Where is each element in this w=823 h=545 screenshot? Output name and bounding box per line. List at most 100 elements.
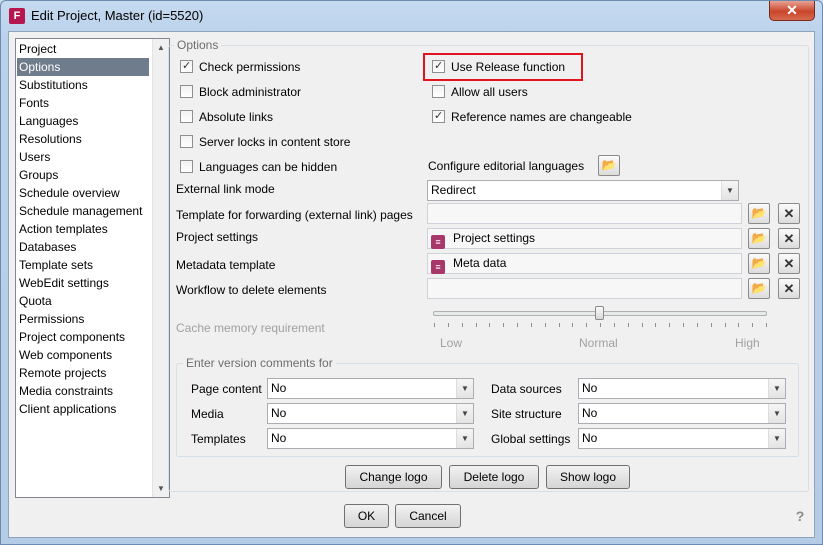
chevron-down-icon[interactable]: ▼ (456, 404, 473, 423)
chevron-down-icon[interactable]: ▼ (768, 404, 785, 423)
slider-tick (517, 323, 518, 327)
nav-item-substitutions[interactable]: Substitutions (17, 76, 149, 94)
help-icon[interactable]: ? (792, 508, 808, 526)
chevron-down-icon[interactable]: ▼ (456, 429, 473, 448)
nav-item-remote-projects[interactable]: Remote projects (17, 364, 149, 382)
nav-item-resolutions[interactable]: Resolutions (17, 130, 149, 148)
workflow-delete-field[interactable] (427, 278, 742, 299)
nav-item-schedule-overview[interactable]: Schedule overview (17, 184, 149, 202)
nav-item-action-templates[interactable]: Action templates (17, 220, 149, 238)
checkbox-box[interactable] (432, 85, 445, 98)
page-template-icon: ≡ (431, 260, 445, 274)
site-structure-label: Site structure (491, 407, 562, 421)
checkbox-box[interactable]: ✓ (180, 60, 193, 73)
dialog-body: Project Options Substitutions Fonts Language… (8, 31, 815, 538)
nav-item-languages[interactable]: Languages (17, 112, 149, 130)
workflow-delete-browse-button[interactable]: 📂 (748, 278, 770, 299)
project-settings-clear-button[interactable]: ✕ (778, 228, 800, 249)
scroll-up-icon[interactable]: ▲ (153, 39, 169, 56)
chevron-down-icon[interactable]: ▼ (768, 429, 785, 448)
delete-logo-button[interactable]: Delete logo (449, 465, 539, 489)
configure-languages-button[interactable]: 📂 (598, 155, 620, 176)
nav-item-client-applications[interactable]: Client applications (17, 400, 149, 418)
nav-scrollbar[interactable]: ▲ ▼ (152, 39, 169, 497)
chevron-down-icon[interactable]: ▼ (456, 379, 473, 398)
settings-category-list[interactable]: Project Options Substitutions Fonts Language… (15, 38, 170, 498)
metadata-template-clear-button[interactable]: ✕ (778, 253, 800, 274)
slider-tick (766, 323, 767, 327)
folder-open-icon: 📂 (751, 206, 767, 220)
chevron-down-icon[interactable]: ▼ (768, 379, 785, 398)
nav-item-options[interactable]: Options (17, 58, 149, 76)
page-content-select[interactable]: No ▼ (267, 378, 474, 399)
nav-item-quota[interactable]: Quota (17, 292, 149, 310)
block-administrator-checkbox[interactable]: Block administrator (180, 84, 301, 100)
absolute-links-checkbox[interactable]: Absolute links (180, 109, 273, 125)
allow-all-users-checkbox[interactable]: Allow all users (432, 84, 528, 100)
metadata-template-field[interactable]: ≡ Meta data (427, 253, 742, 274)
checkbox-box[interactable]: ✓ (432, 60, 445, 73)
template-forwarding-browse-button[interactable]: 📂 (748, 203, 770, 224)
options-legend: Options (174, 38, 222, 52)
title-bar[interactable]: F Edit Project, Master (id=5520) ✕ (1, 1, 822, 31)
project-settings-field[interactable]: ≡ Project settings (427, 228, 742, 249)
nav-item-groups[interactable]: Groups (17, 166, 149, 184)
nav-item-webedit-settings[interactable]: WebEdit settings (17, 274, 149, 292)
chevron-down-icon[interactable]: ▼ (721, 181, 738, 200)
nav-item-permissions[interactable]: Permissions (17, 310, 149, 328)
global-settings-select[interactable]: No ▼ (578, 428, 786, 449)
use-release-function-checkbox[interactable]: ✓ Use Release function (432, 59, 565, 75)
nav-item-project-components[interactable]: Project components (17, 328, 149, 346)
languages-hidden-label: Languages can be hidden (199, 160, 338, 174)
metadata-template-label: Metadata template (176, 258, 276, 272)
checkmark-icon: ✓ (182, 60, 192, 72)
change-logo-button[interactable]: Change logo (345, 465, 442, 489)
external-link-mode-select[interactable]: Redirect ▼ (427, 180, 739, 201)
cache-memory-label: Cache memory requirement (176, 321, 325, 335)
slider-high-label: High (735, 336, 760, 350)
remove-icon: ✕ (783, 256, 795, 271)
ok-button[interactable]: OK (344, 504, 389, 528)
checkbox-box[interactable]: ✓ (432, 110, 445, 123)
nav-item-web-components[interactable]: Web components (17, 346, 149, 364)
nav-item-media-constraints[interactable]: Media constraints (17, 382, 149, 400)
remove-icon: ✕ (783, 206, 795, 221)
nav-item-databases[interactable]: Databases (17, 238, 149, 256)
media-select[interactable]: No ▼ (267, 403, 474, 424)
slider-tick (475, 323, 477, 327)
nav-item-project[interactable]: Project (17, 40, 149, 58)
site-structure-select[interactable]: No ▼ (578, 403, 786, 424)
template-forwarding-field[interactable] (427, 203, 742, 224)
nav-item-fonts[interactable]: Fonts (17, 94, 149, 112)
template-forwarding-clear-button[interactable]: ✕ (778, 203, 800, 224)
slider-thumb[interactable] (595, 306, 604, 320)
metadata-template-browse-button[interactable]: 📂 (748, 253, 770, 274)
show-logo-button[interactable]: Show logo (546, 465, 630, 489)
nav-item-users[interactable]: Users (17, 148, 149, 166)
check-permissions-label: Check permissions (199, 60, 301, 74)
checkbox-box[interactable] (180, 160, 193, 173)
templates-select[interactable]: No ▼ (267, 428, 474, 449)
checkbox-box[interactable] (180, 85, 193, 98)
page-content-label: Page content (191, 382, 262, 396)
nav-item-template-sets[interactable]: Template sets (17, 256, 149, 274)
workflow-delete-clear-button[interactable]: ✕ (778, 278, 800, 299)
check-permissions-checkbox[interactable]: ✓ Check permissions (180, 59, 300, 75)
global-settings-value: No (582, 431, 598, 445)
slider-normal-label: Normal (579, 336, 618, 350)
languages-hidden-checkbox[interactable]: Languages can be hidden (180, 159, 337, 175)
close-window-button[interactable]: ✕ (769, 1, 815, 21)
checkbox-box[interactable] (180, 135, 193, 148)
scroll-down-icon[interactable]: ▼ (153, 480, 169, 497)
slider-low-label: Low (440, 336, 463, 350)
reference-names-checkbox[interactable]: ✓ Reference names are changeable (432, 109, 632, 125)
checkbox-box[interactable] (180, 110, 193, 123)
server-locks-checkbox[interactable]: Server locks in content store (180, 134, 350, 150)
project-settings-browse-button[interactable]: 📂 (748, 228, 770, 249)
site-structure-value: No (582, 406, 598, 420)
nav-item-schedule-management[interactable]: Schedule management (17, 202, 149, 220)
cancel-button[interactable]: Cancel (395, 504, 461, 528)
data-sources-select[interactable]: No ▼ (578, 378, 786, 399)
folder-open-icon: 📂 (601, 158, 617, 172)
remove-icon: ✕ (783, 281, 795, 296)
